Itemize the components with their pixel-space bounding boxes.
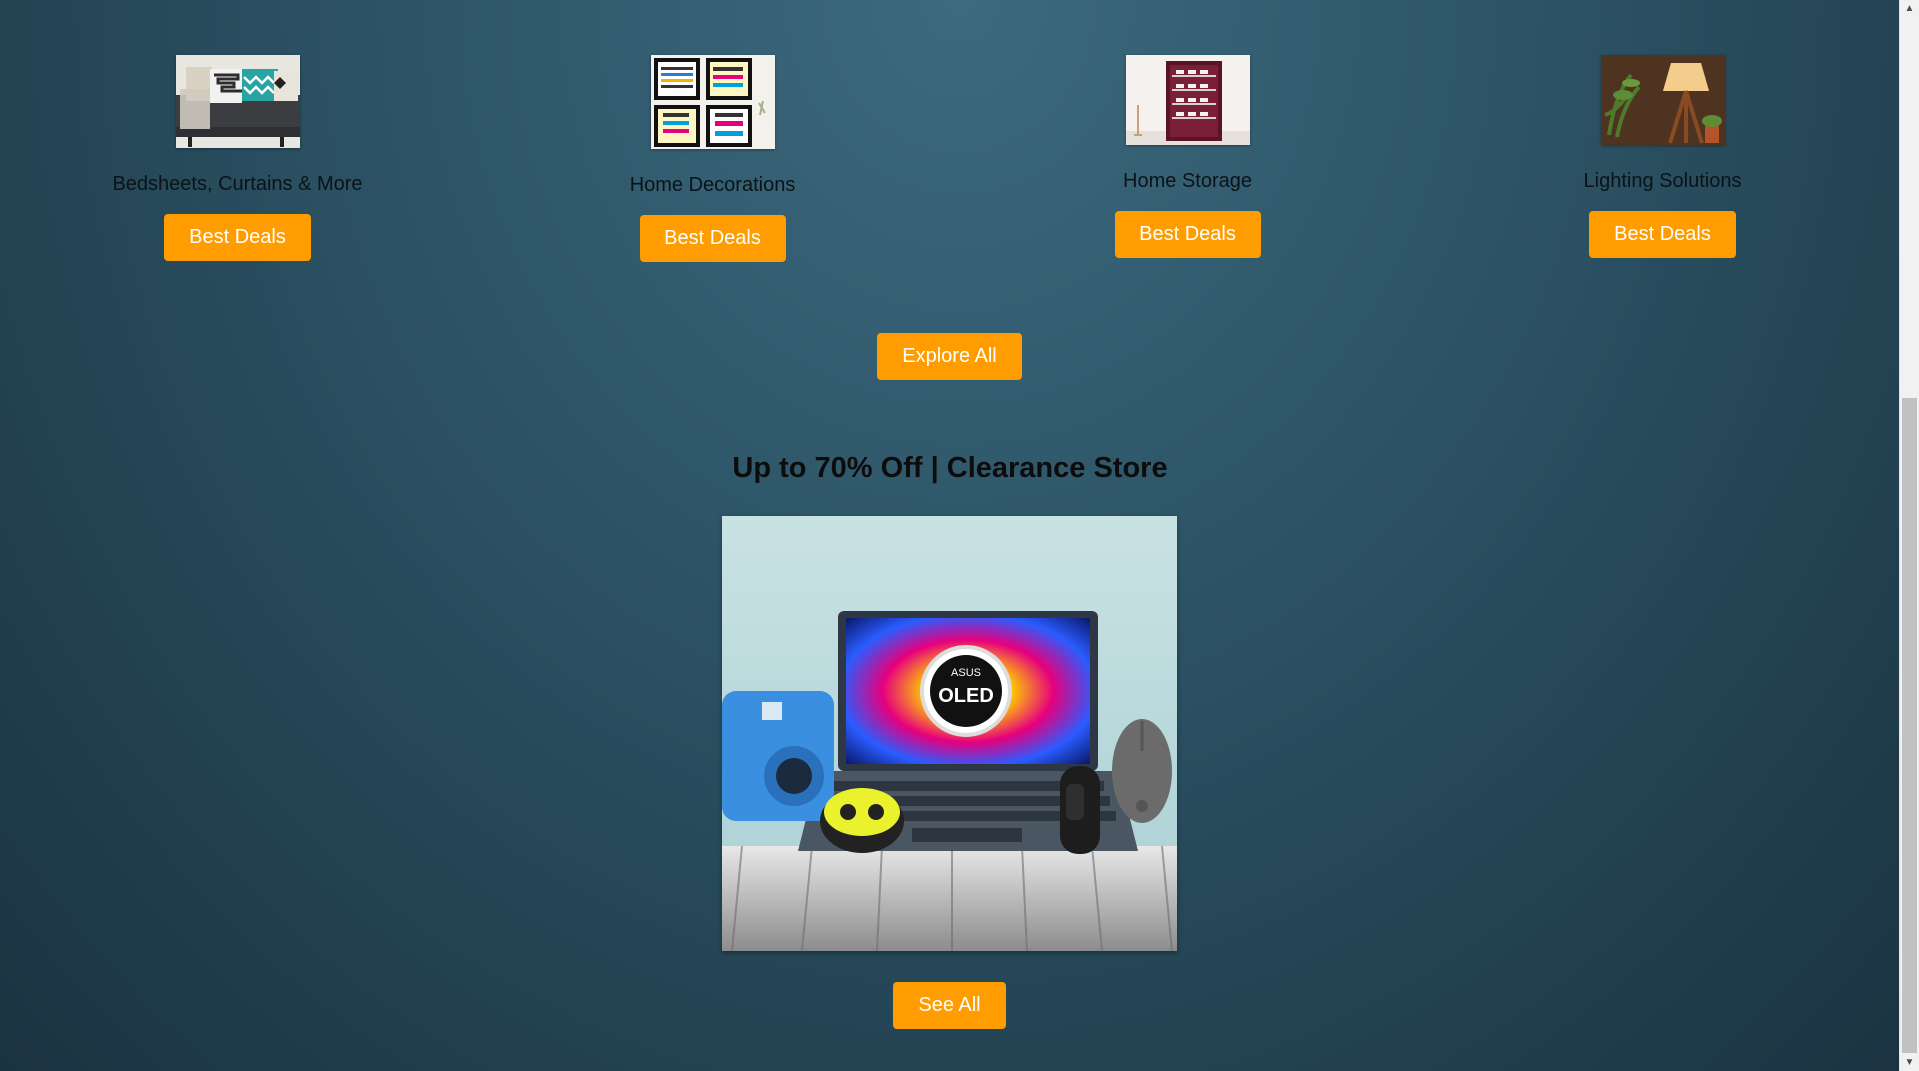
best-deals-button-home-decorations[interactable]: Best Deals	[639, 215, 786, 262]
category-label: Bedsheets, Curtains & More	[112, 173, 363, 195]
best-deals-button-lighting[interactable]: Best Deals	[1589, 211, 1736, 258]
vertical-scrollbar[interactable]: ▲ ▼	[1899, 0, 1919, 1071]
category-label: Lighting Solutions	[1583, 170, 1742, 192]
category-card-bedsheets: Bedsheets, Curtains & More Best Deals	[0, 0, 475, 261]
best-deals-button-bedsheets[interactable]: Best Deals	[164, 214, 311, 261]
sofa-pillows-image[interactable]	[175, 55, 300, 148]
category-card-lighting: Lighting Solutions Best Deals	[1425, 0, 1900, 258]
section-title: Up to 70% Off | Clearance Store	[732, 452, 1168, 484]
shoe-rack-image[interactable]	[1125, 55, 1250, 145]
wall-frames-image[interactable]	[650, 55, 775, 149]
category-label: Home Decorations	[629, 174, 796, 196]
explore-all-button[interactable]: Explore All	[877, 333, 1022, 380]
category-label: Home Storage	[1123, 170, 1252, 192]
banner-brand-text: ASUS	[951, 667, 981, 679]
category-card-home-decorations: Home Decorations Best Deals	[475, 0, 950, 262]
best-deals-button-home-storage[interactable]: Best Deals	[1114, 211, 1261, 258]
lamp-image[interactable]	[1600, 55, 1725, 145]
page: Bedsheets, Curtains & More Best Deals Ho…	[0, 0, 1900, 1071]
see-all-button[interactable]: See All	[893, 982, 1006, 1029]
scroll-up-icon[interactable]: ▲	[1900, 0, 1919, 17]
scroll-down-icon[interactable]: ▼	[1900, 1054, 1919, 1071]
clearance-banner-image[interactable]: ASUS OLED	[722, 516, 1177, 951]
banner-oled-text: OLED	[938, 685, 994, 707]
category-card-home-storage: Home Storage Best Deals	[950, 0, 1425, 258]
scrollbar-thumb[interactable]	[1902, 398, 1917, 1053]
